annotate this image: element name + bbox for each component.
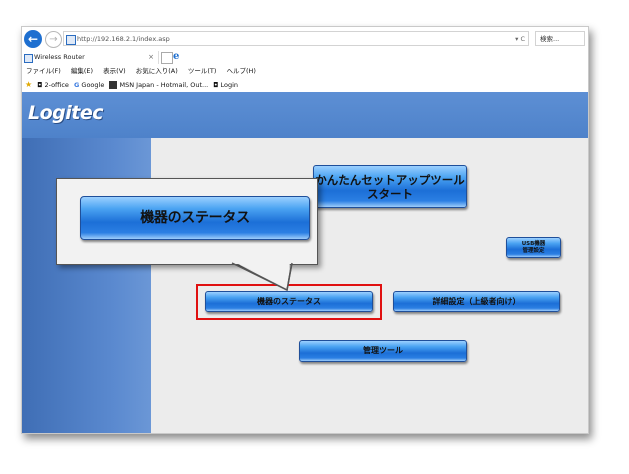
url-text: http://192.168.2.1/index.asp [77,35,170,43]
new-tab-button[interactable] [161,52,173,64]
menu-tools[interactable]: ツール(T) [188,67,217,75]
search-input[interactable]: 検索... [535,31,585,46]
site-icon [66,35,76,45]
back-button[interactable]: ← [24,30,42,48]
usb-label-2: 管理設定 [522,248,545,254]
easy-setup-label-2: スタート [367,187,413,201]
callout-status-button: 機器のステータス [80,196,310,240]
tab-site-icon [24,54,33,63]
forward-button[interactable]: → [45,31,62,48]
menu-help[interactable]: ヘルプ(H) [227,67,256,75]
google-icon: G [73,81,80,89]
menu-view[interactable]: 表示(V) [103,67,126,75]
usb-settings-button[interactable]: USB機器 管理設定 [506,237,561,258]
favorite-google[interactable]: G Google [74,78,104,92]
page-header: Logitec [22,92,588,138]
url-field[interactable]: http://192.168.2.1/index.asp ▾ C [63,31,529,46]
menu-favorites[interactable]: お気に入り(A) [136,67,178,75]
favorite-msn[interactable]: MSN Japan - Hotmail, Out... [109,78,208,92]
refresh-icon[interactable]: ▾ C [515,32,525,47]
highlight-box [196,284,382,320]
favorite-2-office[interactable]: ◘ 2-office [37,78,69,92]
menu-edit[interactable]: 編集(E) [71,67,93,75]
ie-logo-icon: e [173,51,180,62]
address-bar-row: ← → http://192.168.2.1/index.asp ▾ C 検索.… [22,27,588,51]
menu-file[interactable]: ファイル(F) [26,67,61,75]
tab-close-icon[interactable]: × [148,51,154,64]
tab-wireless-router[interactable]: Wireless Router × [22,51,159,64]
logitec-logo: Logitec [28,102,104,124]
management-tools-button[interactable]: 管理ツール [299,340,467,362]
msn-icon [109,81,118,89]
tab-title: Wireless Router [34,53,85,61]
favorites-star-icon[interactable]: ★ [25,78,32,92]
tab-row: Wireless Router × e [22,51,588,64]
menu-bar: ファイル(F) 編集(E) 表示(V) お気に入り(A) ツール(T) ヘルプ(… [22,65,588,78]
advanced-settings-button[interactable]: 詳細設定（上級者向け） [393,291,560,312]
favorite-login[interactable]: ◘ Login [213,78,238,92]
favorites-bar: ★ ◘ 2-office G Google MSN Japan - Hotmai… [22,78,588,92]
easy-setup-label-1: かんたんセットアップツール [315,173,465,187]
easy-setup-button[interactable]: かんたんセットアップツール スタート [313,165,467,208]
usb-label-1: USB機器 [521,241,546,247]
